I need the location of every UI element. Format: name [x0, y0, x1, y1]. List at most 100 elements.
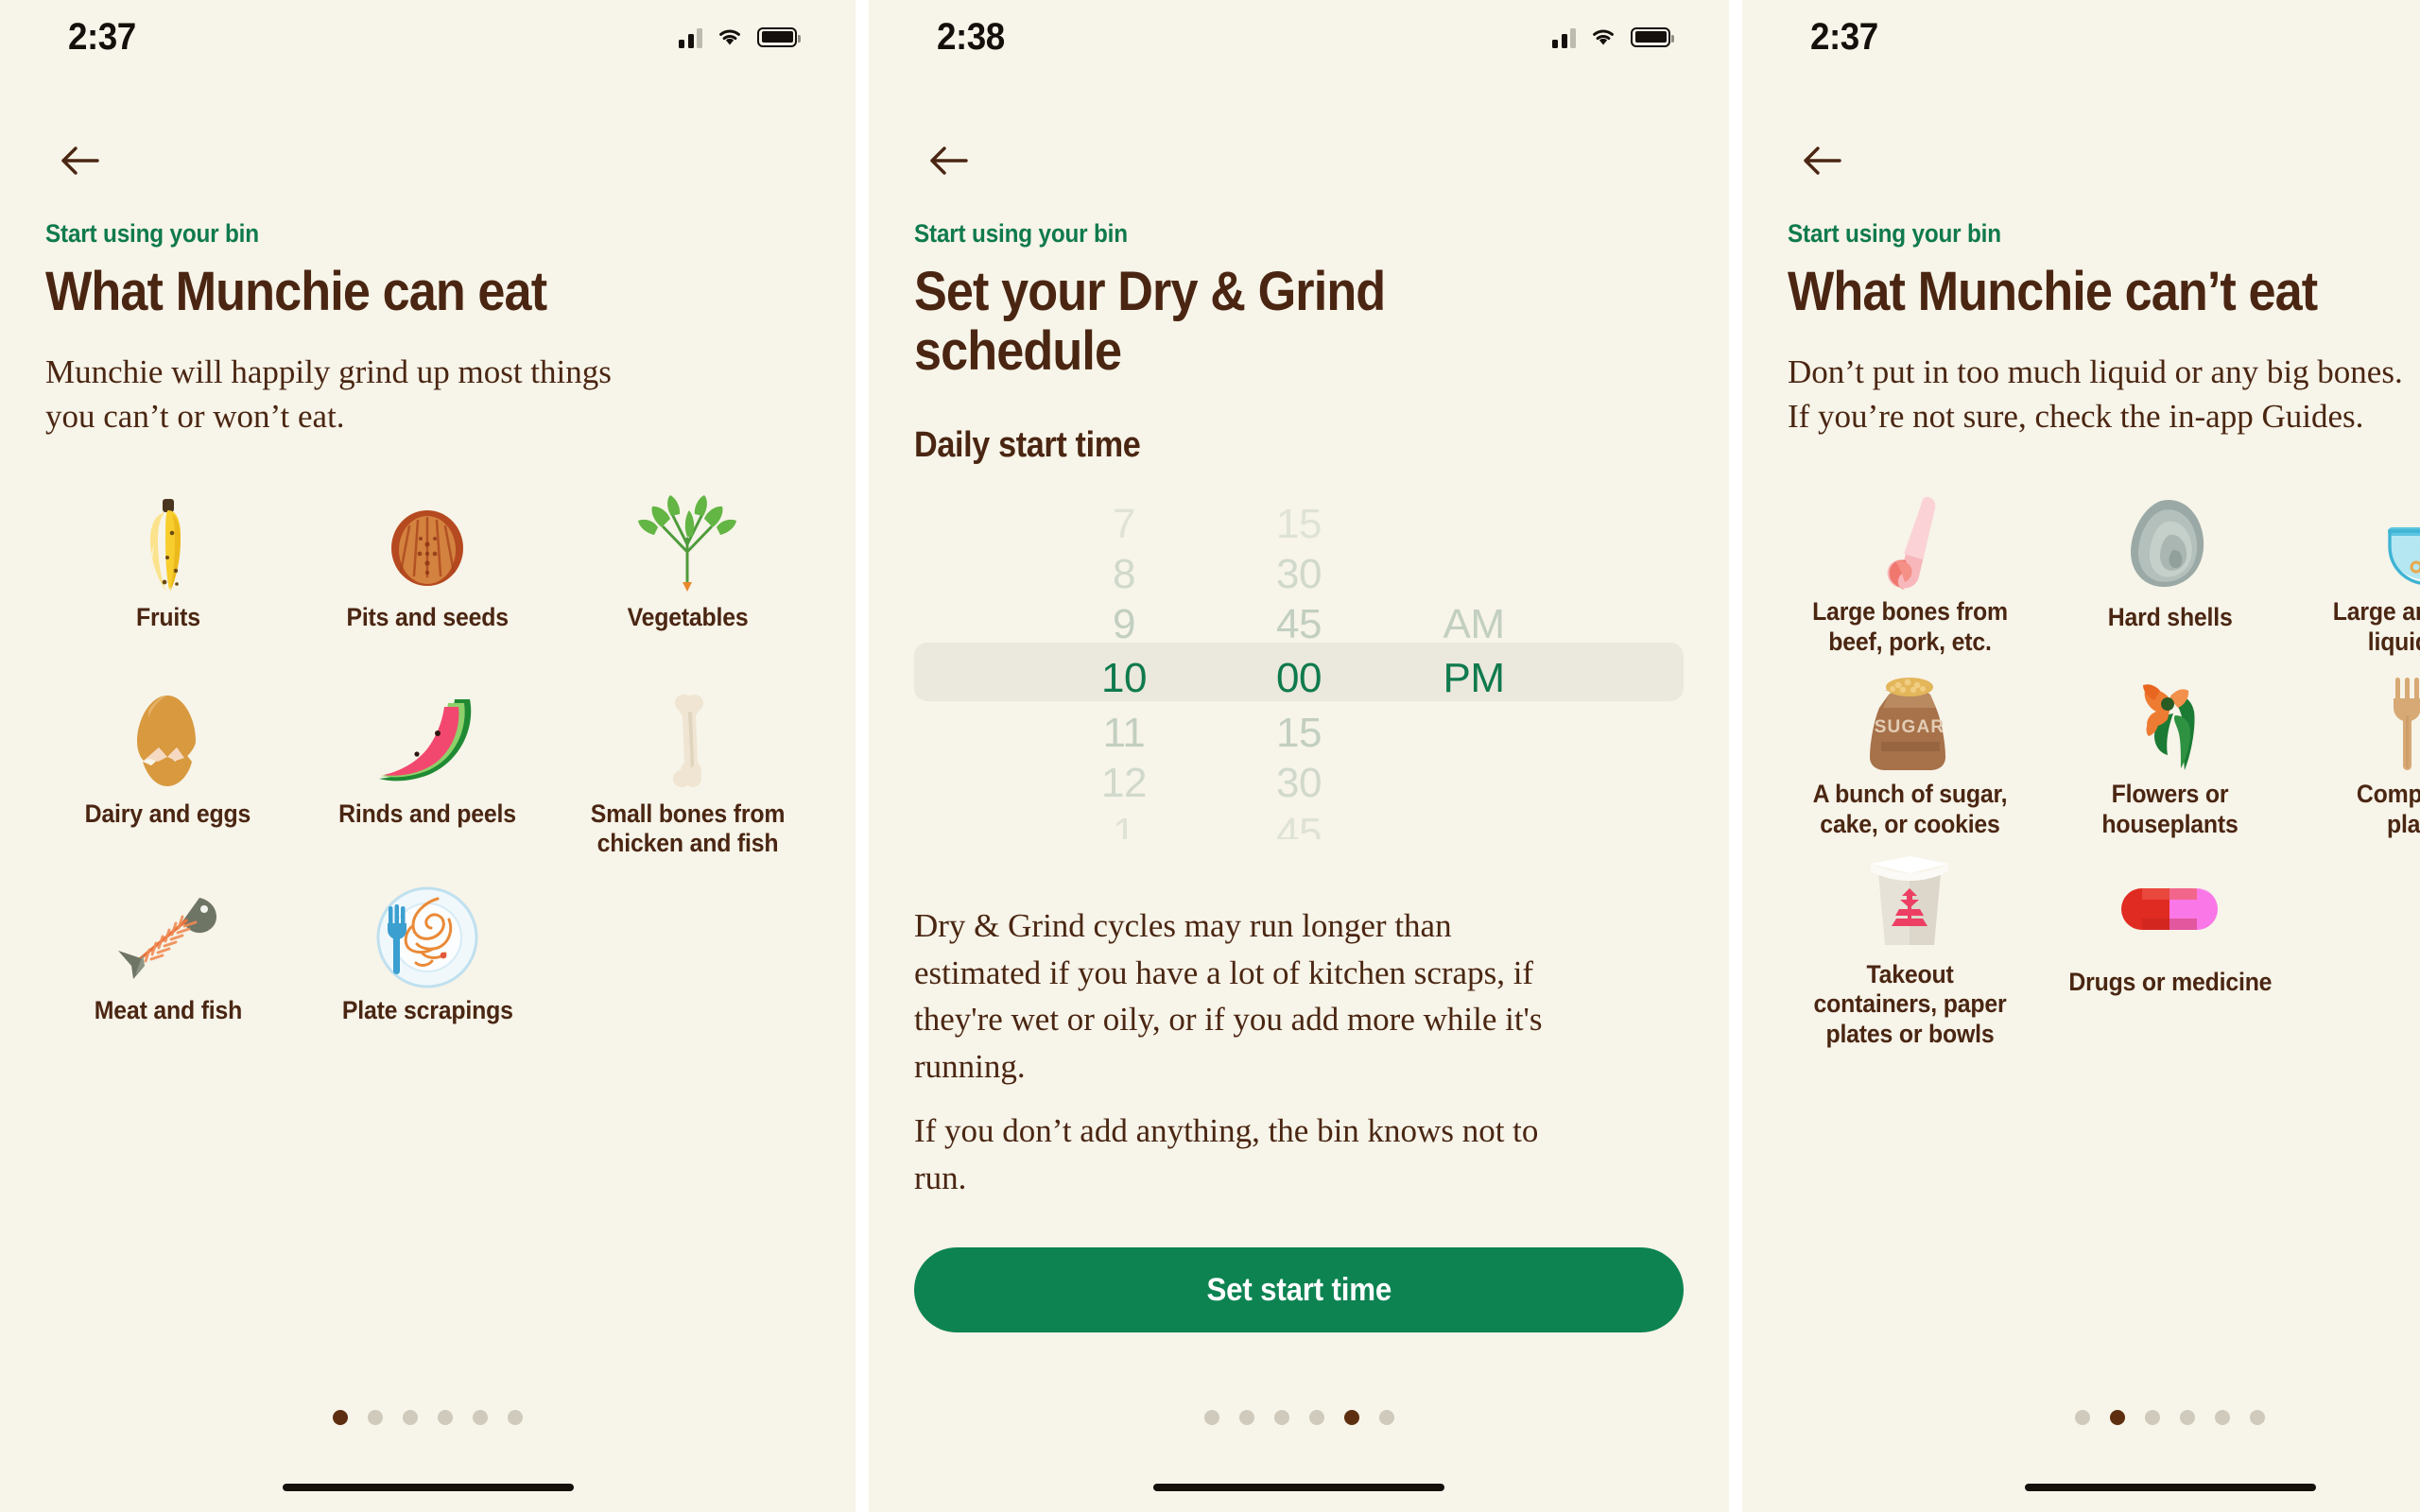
set-start-time-button-label: Set start time: [1206, 1271, 1392, 1308]
status-bar-icons: [1552, 26, 1674, 48]
pagination-dot-4[interactable]: [2180, 1410, 2195, 1425]
minute-option[interactable]: 15: [1219, 710, 1379, 757]
minute-option[interactable]: 45: [1219, 810, 1379, 840]
back-arrow-icon: [61, 146, 99, 175]
grid-item: Vegetables: [558, 491, 818, 671]
time-picker-row[interactable]: 11 15: [914, 708, 1684, 758]
pagination-dot-5[interactable]: [2215, 1410, 2230, 1425]
pit-seed-icon: [366, 491, 489, 597]
hour-option[interactable]: 9: [1029, 601, 1219, 648]
pagination-dot-1[interactable]: [333, 1410, 348, 1425]
minute-option-selected[interactable]: 00: [1219, 655, 1379, 702]
page-eyebrow: Start using your bin: [914, 219, 1128, 248]
time-picker[interactable]: 7 15 8 30 9 45 AM 10 00 PM 11 15 12 30 1…: [914, 499, 1684, 839]
minute-option[interactable]: 15: [1219, 501, 1379, 548]
minute-option[interactable]: 45: [1219, 601, 1379, 648]
cellular-signal-icon: [679, 26, 702, 48]
grid-item: Meat and fish: [38, 885, 298, 1064]
hour-option[interactable]: 1: [1029, 810, 1219, 840]
time-picker-row[interactable]: 12 30: [914, 758, 1684, 808]
wifi-icon: [1589, 26, 1617, 47]
wifi-icon: [716, 26, 744, 47]
time-picker-row[interactable]: 9 45 AM: [914, 599, 1684, 649]
pagination-dot-3[interactable]: [1273, 1410, 1289, 1425]
pagination-dot-6[interactable]: [508, 1410, 523, 1425]
back-button[interactable]: [1788, 132, 1856, 189]
pagination-dot-1[interactable]: [2075, 1410, 2090, 1425]
screen-what-munchie-cant-eat: 2:37 Start using your bin What Munchie c…: [1742, 0, 2420, 1512]
hour-option[interactable]: 11: [1029, 710, 1219, 757]
grid-item: Takeout containers, paper plates or bowl…: [1780, 856, 2040, 1048]
screen-what-munchie-can-eat: 2:37 Start using your bin What Munchie c…: [0, 0, 856, 1512]
hour-option[interactable]: 12: [1029, 760, 1219, 807]
status-bar: 2:37: [0, 0, 856, 74]
back-arrow-icon: [1804, 146, 1841, 175]
minute-option[interactable]: 30: [1219, 760, 1379, 807]
carrot-greens-icon: [626, 491, 749, 597]
home-indicator: [2024, 1484, 2316, 1491]
wilted-flower-icon: [2108, 674, 2231, 774]
liquid-bowl-icon: [2368, 491, 2420, 592]
hour-option[interactable]: 7: [1029, 501, 1219, 548]
fish-skeleton-icon: [106, 885, 229, 990]
time-picker-row[interactable]: 1 45: [914, 808, 1684, 840]
grid-item-label: Rinds and peels: [338, 799, 517, 828]
status-bar-clock: 2:38: [937, 15, 1005, 58]
grid-item: Large bones from beef, pork, etc.: [1780, 491, 2040, 657]
grid-item: Pits and seeds: [298, 491, 558, 671]
page-description: Don’t put in too much liquid or any big …: [1788, 353, 2403, 436]
rejected-items-grid: Large bones from beef, pork, etc. Hard s…: [1780, 491, 2420, 1048]
status-bar: 2:37: [1742, 0, 2420, 74]
grid-item-label: Takeout containers, paper plates or bowl…: [1813, 960, 2007, 1048]
screen-divider: [1729, 0, 1742, 1512]
screen-set-dry-grind-schedule: 2:38 Start using your bin Set your Dry &…: [869, 0, 1729, 1512]
hour-option[interactable]: 8: [1029, 551, 1219, 598]
pagination-dot-4[interactable]: [1308, 1410, 1324, 1425]
meridiem-option-pm[interactable]: PM: [1379, 655, 1568, 702]
back-button[interactable]: [45, 132, 113, 189]
time-picker-row-selected[interactable]: 10 00 PM: [914, 649, 1684, 708]
grid-item-label: Plate scrapings: [342, 996, 513, 1024]
pagination-dot-6[interactable]: [1378, 1410, 1394, 1425]
battery-icon: [1631, 26, 1674, 47]
grid-item-label: Vegetables: [627, 603, 749, 631]
page-title: What Munchie can’t eat: [1788, 261, 2318, 322]
grid-item-label: Compostable plastics: [2356, 780, 2420, 838]
grid-item-label: Large bones from beef, pork, etc.: [1812, 597, 2008, 656]
pagination-dot-2[interactable]: [1238, 1410, 1254, 1425]
screen-divider: [856, 0, 869, 1512]
grid-item-label: Pits and seeds: [346, 603, 510, 631]
meridiem-option-am[interactable]: AM: [1379, 601, 1568, 648]
grid-item-label: A bunch of sugar, cake, or cookies: [1812, 780, 2008, 838]
hour-option-selected[interactable]: 10: [1029, 655, 1219, 702]
page-title: Set your Dry & Grind schedule: [914, 261, 1386, 382]
grid-item: Rinds and peels: [298, 688, 558, 868]
grid-item-label: Small bones from chicken and fish: [590, 799, 786, 858]
pagination-dot-6[interactable]: [2250, 1410, 2265, 1425]
pagination-dots: [869, 1410, 1729, 1425]
home-indicator: [1153, 1484, 1444, 1491]
grid-item-label: Hard shells: [2107, 603, 2233, 631]
onboarding-screens-row: 2:37 Start using your bin What Munchie c…: [0, 0, 2420, 1512]
minute-option[interactable]: 30: [1219, 551, 1379, 598]
status-bar-clock: 2:37: [1810, 15, 1878, 58]
sugar-sack-icon: SUGAR: [1848, 674, 1971, 774]
pagination-dot-5[interactable]: [473, 1410, 488, 1425]
grid-item: Fruits: [38, 491, 298, 671]
grid-item: Plate scrapings: [298, 885, 558, 1064]
grid-item-label: Drugs or medicine: [2067, 968, 2272, 996]
time-picker-row[interactable]: 8 30: [914, 549, 1684, 599]
pagination-dot-1[interactable]: [1203, 1410, 1219, 1425]
pagination-dot-4[interactable]: [438, 1410, 453, 1425]
time-picker-row[interactable]: 7 15: [914, 499, 1684, 549]
chicken-bone-icon: [626, 688, 749, 794]
pagination-dot-5[interactable]: [1343, 1410, 1359, 1425]
pagination-dot-2[interactable]: [2110, 1410, 2125, 1425]
pagination-dot-3[interactable]: [403, 1410, 418, 1425]
cracked-egg-icon: [106, 688, 229, 794]
pagination-dot-2[interactable]: [368, 1410, 383, 1425]
set-start-time-button[interactable]: Set start time: [914, 1247, 1684, 1332]
page-eyebrow: Start using your bin: [1788, 219, 2001, 248]
back-button[interactable]: [914, 132, 982, 189]
pagination-dot-3[interactable]: [2145, 1410, 2160, 1425]
